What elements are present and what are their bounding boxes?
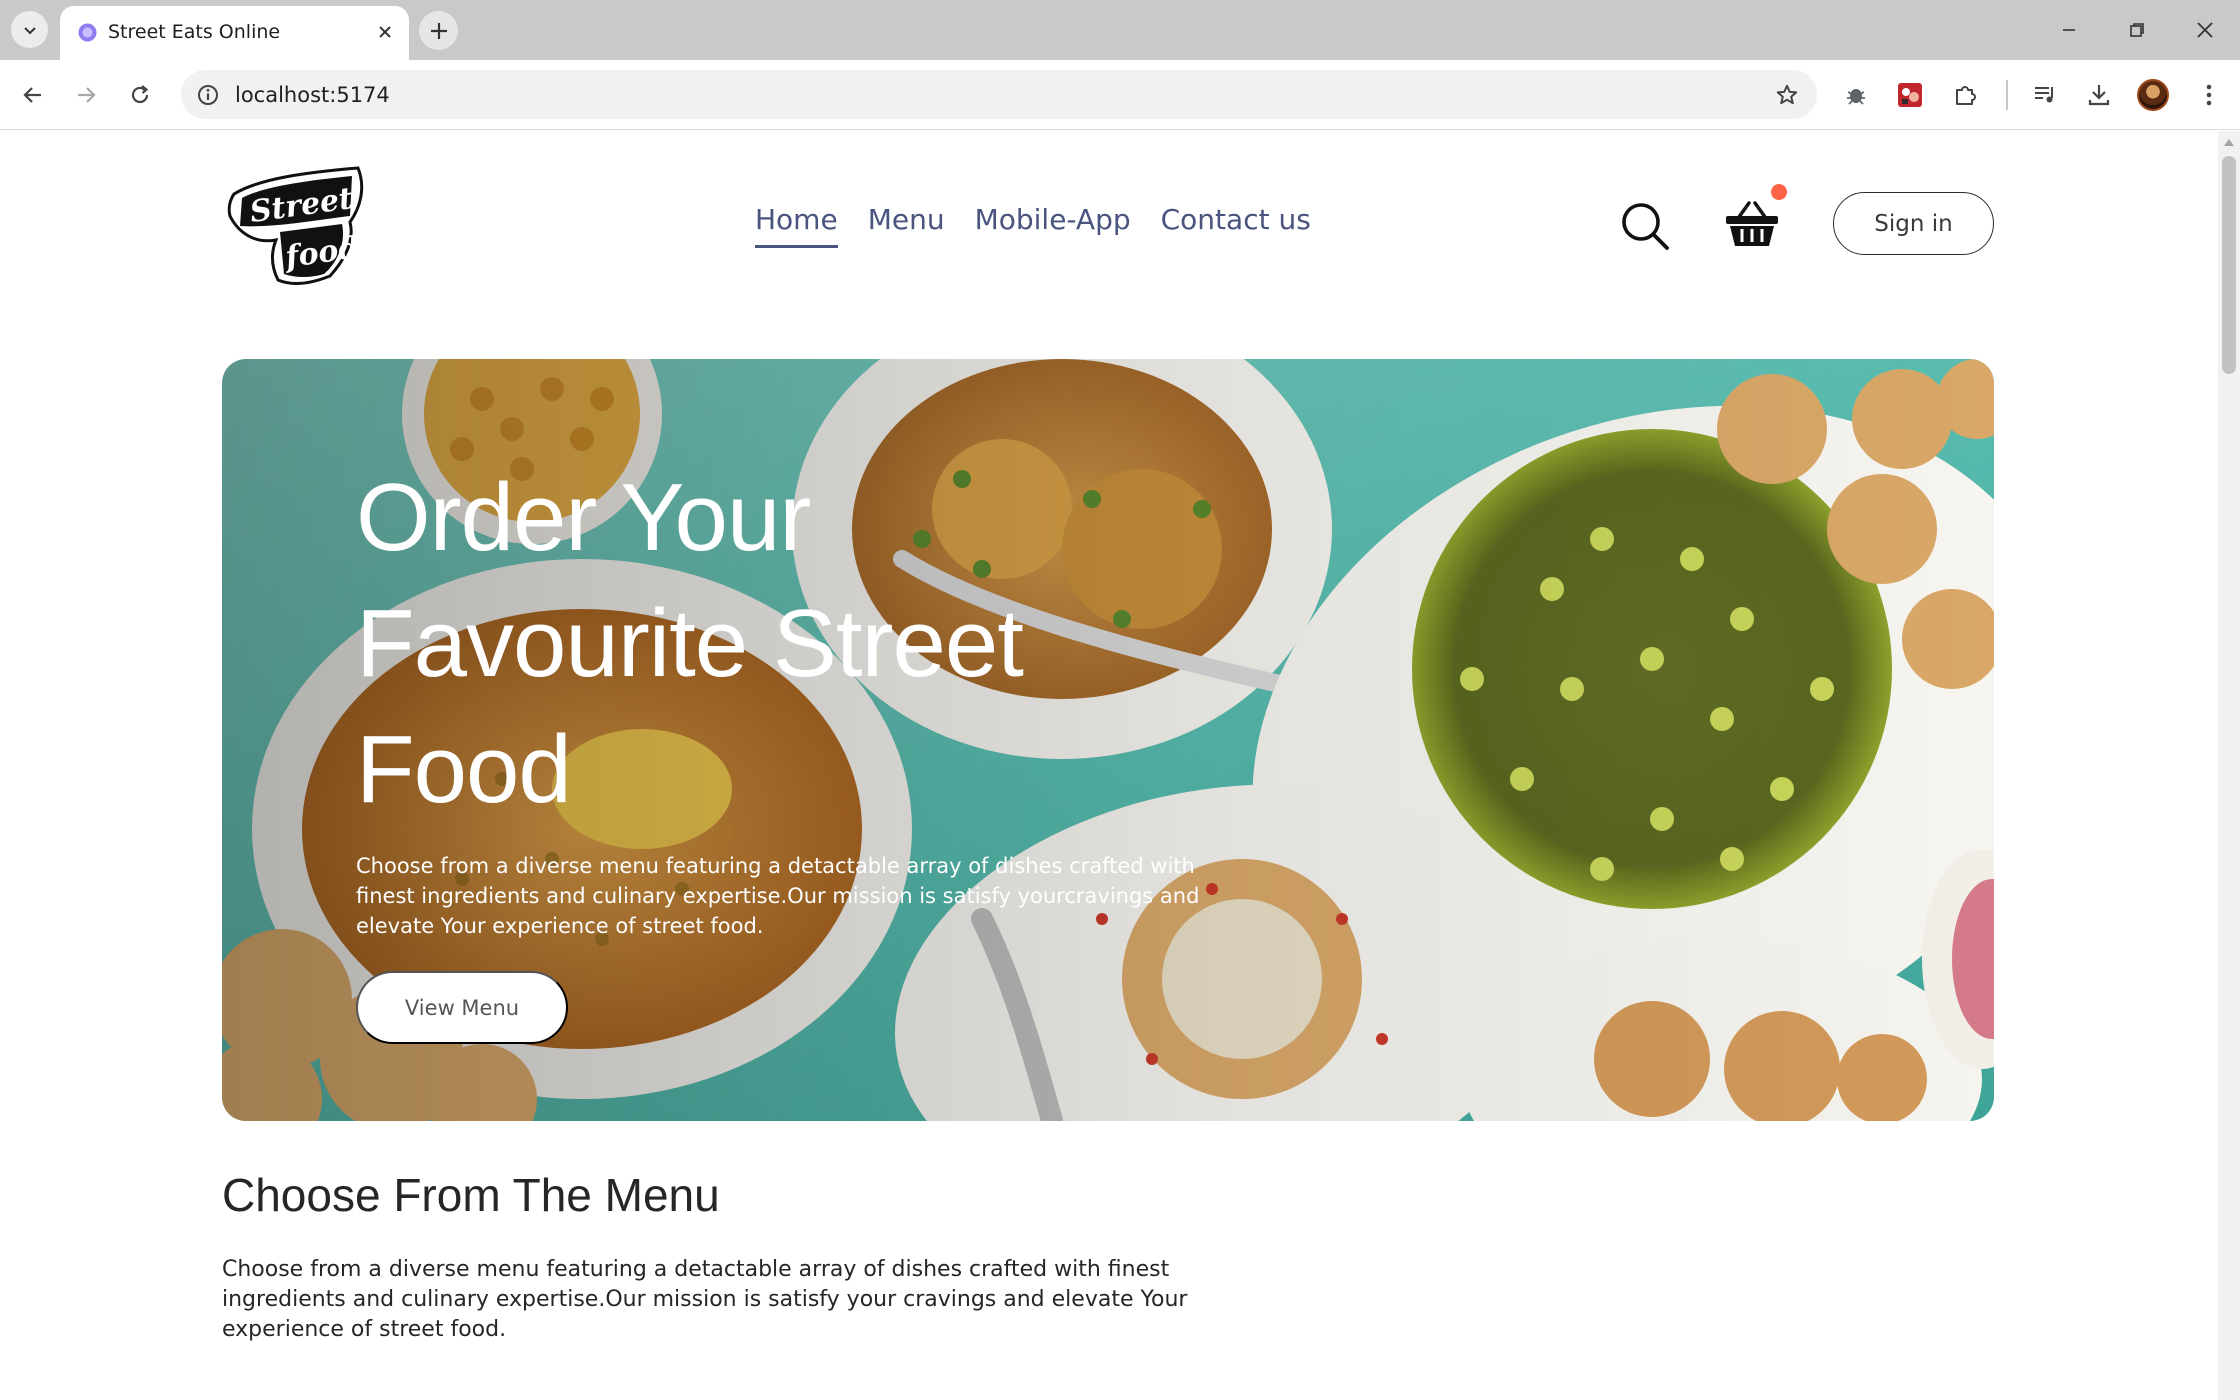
- bookmark-star-icon[interactable]: [1769, 77, 1805, 113]
- browser-tab-bar: Street Eats Online: [0, 0, 2240, 60]
- scroll-up-arrow-icon[interactable]: [2224, 139, 2234, 146]
- profile-avatar[interactable]: [2137, 79, 2169, 111]
- downloads-icon[interactable]: [2077, 73, 2121, 117]
- hero-banner: Order Your Favourite Street Food Choose …: [222, 359, 1994, 1121]
- url-text: localhost:5174: [235, 83, 390, 107]
- view-menu-button[interactable]: View Menu: [356, 971, 568, 1044]
- page-scrollbar[interactable]: [2218, 131, 2240, 1400]
- tab-title: Street Eats Online: [108, 21, 281, 43]
- browser-tab[interactable]: Street Eats Online: [60, 6, 409, 60]
- hero-description: Choose from a diverse menu featuring a d…: [356, 854, 1200, 938]
- toolbar-divider: [2006, 80, 2008, 110]
- street-food-logo[interactable]: Street food: [220, 158, 374, 290]
- reload-icon[interactable]: [118, 73, 162, 117]
- nav-menu[interactable]: Menu: [868, 203, 945, 248]
- address-bar[interactable]: localhost:5174: [181, 70, 1817, 119]
- extension-red-icon[interactable]: [1888, 73, 1932, 117]
- extensions-puzzle-icon[interactable]: [1943, 73, 1987, 117]
- tab-list-icon[interactable]: [11, 11, 48, 48]
- basket-icon[interactable]: [1725, 199, 1779, 249]
- close-window-icon[interactable]: [2183, 8, 2227, 52]
- cart-notification-dot: [1771, 184, 1787, 200]
- close-tab-icon[interactable]: [373, 20, 397, 44]
- page-viewport: Street food Home Menu Mobile-App Contact…: [0, 131, 2218, 1400]
- site-info-icon[interactable]: [192, 79, 224, 111]
- nav-contact-us[interactable]: Contact us: [1161, 203, 1311, 248]
- new-tab-icon[interactable]: [419, 11, 458, 50]
- menu-section-title: Choose From The Menu: [222, 1169, 720, 1221]
- minimize-icon[interactable]: [2047, 8, 2091, 52]
- scrollbar-thumb[interactable]: [2222, 156, 2236, 374]
- back-icon[interactable]: [11, 73, 55, 117]
- nav-mobile-app[interactable]: Mobile-App: [975, 203, 1131, 248]
- browser-toolbar: localhost:5174: [0, 60, 2240, 130]
- favicon-icon: [78, 23, 97, 42]
- hero-title: Order Your Favourite Street Food: [356, 464, 1024, 823]
- search-icon[interactable]: [1620, 201, 1670, 251]
- forward-icon[interactable]: [64, 73, 108, 117]
- main-nav: Home Menu Mobile-App Contact us: [755, 203, 1311, 248]
- nav-home[interactable]: Home: [755, 203, 838, 248]
- sign-in-button[interactable]: Sign in: [1833, 192, 1994, 255]
- media-queue-icon[interactable]: [2023, 73, 2067, 117]
- more-menu-icon[interactable]: [2187, 73, 2231, 117]
- extension-bug-icon[interactable]: [1834, 73, 1878, 117]
- restore-icon[interactable]: [2115, 8, 2159, 52]
- menu-section-description: Choose from a diverse menu featuring a d…: [222, 1257, 1188, 1342]
